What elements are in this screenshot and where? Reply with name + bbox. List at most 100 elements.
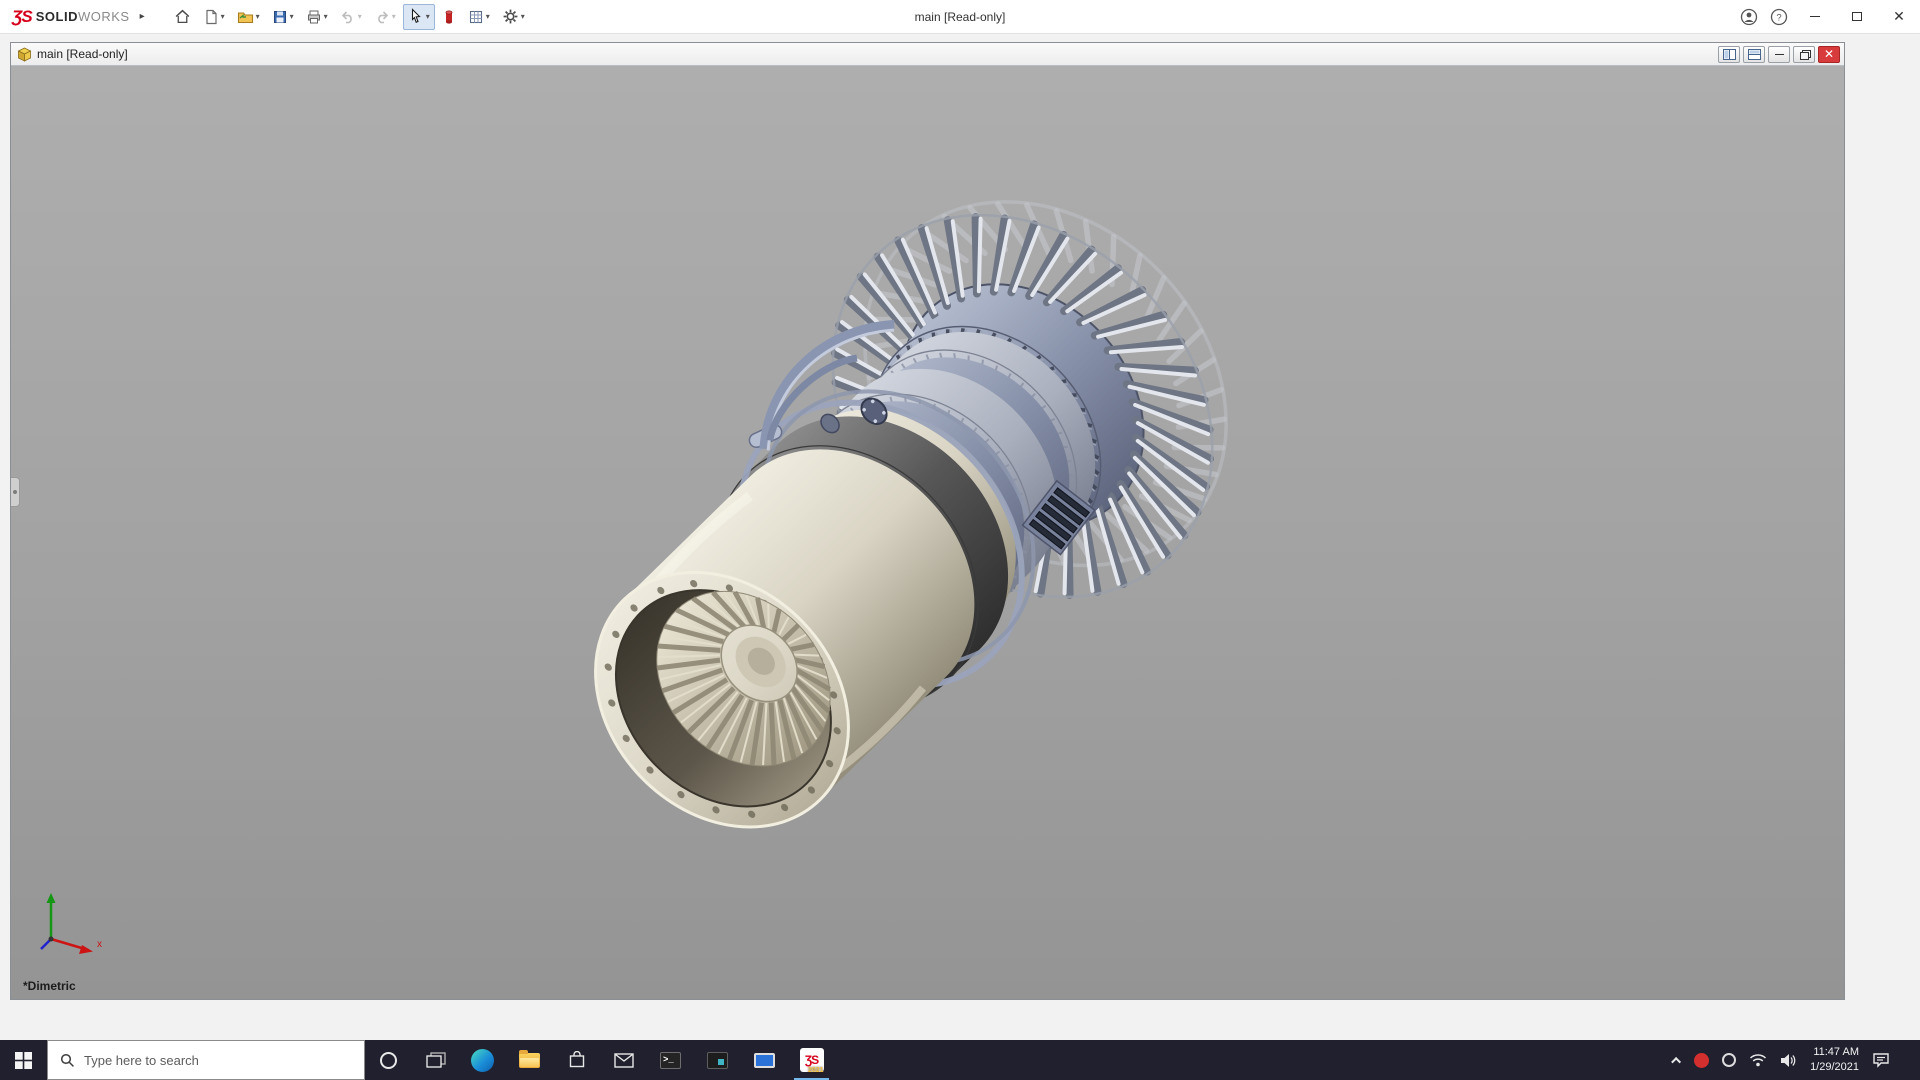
appearances-button[interactable] xyxy=(437,4,461,30)
maximize-button[interactable] xyxy=(1836,0,1878,33)
print-button[interactable]: ▾ xyxy=(301,4,333,30)
select-cursor-icon xyxy=(408,8,424,25)
store-button[interactable] xyxy=(553,1040,600,1080)
minimize-button[interactable] xyxy=(1794,0,1836,33)
document-window: main [Read-only] ✕ xyxy=(10,42,1845,1000)
store-icon xyxy=(568,1051,586,1069)
table-icon xyxy=(468,9,484,25)
volume-icon[interactable] xyxy=(1780,1053,1797,1068)
redo-button[interactable]: ▾ xyxy=(369,4,401,30)
tile-vertical-button[interactable] xyxy=(1718,46,1740,63)
design-table-button[interactable]: ▾ xyxy=(463,4,495,30)
start-button[interactable] xyxy=(0,1040,47,1080)
task-view-icon xyxy=(426,1052,446,1068)
taskbar-clock[interactable]: 11:47 AM 1/29/2021 xyxy=(1810,1045,1859,1075)
document-window-controls: ✕ xyxy=(1718,46,1840,63)
tile-horizontal-icon xyxy=(1748,49,1761,60)
tile-vertical-icon xyxy=(1723,49,1736,60)
save-icon xyxy=(272,9,288,25)
tile-horizontal-button[interactable] xyxy=(1743,46,1765,63)
doc-minimize-icon xyxy=(1775,54,1784,55)
app-titlebar: ƷS SOLIDWORKS ▸ ▾ ▾ ▾ ▾ ▾ ▾ xyxy=(0,0,1920,34)
jet-engine-model[interactable] xyxy=(495,121,1306,928)
doc-minimize-button[interactable] xyxy=(1768,46,1790,63)
minimize-icon xyxy=(1810,16,1820,17)
edge-button[interactable] xyxy=(459,1040,506,1080)
model-canvas[interactable] xyxy=(11,66,1844,999)
wifi-icon[interactable] xyxy=(1749,1053,1767,1067)
terminal-icon: >_ xyxy=(660,1052,681,1069)
system-tray: 11:47 AM 1/29/2021 xyxy=(1674,1040,1920,1080)
home-button[interactable] xyxy=(169,4,196,30)
edge-icon xyxy=(471,1049,494,1072)
solidworks-logo: ƷS SOLIDWORKS ▸ xyxy=(0,7,155,27)
account-icon xyxy=(1740,8,1758,26)
panel-flyout-handle[interactable] xyxy=(11,477,20,507)
file-explorer-button[interactable] xyxy=(506,1040,553,1080)
security-shield-icon[interactable] xyxy=(1694,1053,1709,1068)
svg-text:?: ? xyxy=(1776,12,1781,23)
tray-chevron-icon[interactable] xyxy=(1671,1056,1681,1066)
action-center-icon[interactable] xyxy=(1872,1052,1890,1068)
start-icon xyxy=(15,1052,32,1069)
dev-app-button[interactable] xyxy=(694,1040,741,1080)
appearance-icon xyxy=(442,9,456,25)
solidworks-app-button[interactable]: ƷS 2021 xyxy=(788,1040,835,1080)
graphics-viewport[interactable]: x *Dimetric xyxy=(11,66,1844,999)
new-document-icon xyxy=(203,9,219,25)
cortana-icon xyxy=(380,1052,397,1069)
mail-icon xyxy=(614,1053,634,1068)
open-button[interactable]: ▾ xyxy=(232,4,265,30)
file-explorer-icon xyxy=(519,1053,540,1068)
home-icon xyxy=(174,8,191,25)
maximize-icon xyxy=(1852,12,1862,21)
solidworks-app-icon: ƷS 2021 xyxy=(800,1048,824,1072)
solidworks-logo-icon: ƷS xyxy=(12,7,32,27)
options-button[interactable]: ▾ xyxy=(497,4,530,30)
doc-close-icon: ✕ xyxy=(1824,48,1834,60)
mail-button[interactable] xyxy=(600,1040,647,1080)
solidworks-logo-text: SOLIDWORKS xyxy=(36,9,130,24)
mdi-workspace: main [Read-only] ✕ xyxy=(0,34,1920,1040)
new-document-button[interactable]: ▾ xyxy=(198,4,230,30)
select-tool-button[interactable]: ▾ xyxy=(403,4,435,30)
doc-restore-button[interactable] xyxy=(1793,46,1815,63)
taskbar-search-input[interactable]: Type here to search xyxy=(47,1040,365,1080)
terminal-button[interactable]: >_ xyxy=(647,1040,694,1080)
menu-expand-arrow-icon[interactable]: ▸ xyxy=(140,11,145,22)
doc-close-button[interactable]: ✕ xyxy=(1818,46,1840,63)
y-axis-arrow xyxy=(47,893,56,903)
redo-icon xyxy=(374,9,390,25)
cortana-button[interactable] xyxy=(365,1040,412,1080)
account-button[interactable] xyxy=(1734,0,1764,33)
search-placeholder: Type here to search xyxy=(84,1053,199,1068)
dev-app-icon xyxy=(707,1052,728,1069)
close-button[interactable]: ✕ xyxy=(1878,0,1920,33)
save-button[interactable]: ▾ xyxy=(267,4,299,30)
close-icon: ✕ xyxy=(1893,8,1905,25)
options-gear-icon xyxy=(502,8,519,25)
undo-icon xyxy=(340,9,356,25)
task-view-button[interactable] xyxy=(412,1040,459,1080)
document-titlebar[interactable]: main [Read-only] ✕ xyxy=(11,43,1844,66)
open-folder-icon xyxy=(237,9,254,25)
orientation-triad: x xyxy=(29,887,109,967)
tray-app-icon[interactable] xyxy=(1722,1053,1736,1067)
x-axis-arrow xyxy=(79,945,93,954)
search-icon xyxy=(60,1053,75,1068)
assembly-icon xyxy=(17,47,32,62)
view-orientation-label: *Dimetric xyxy=(23,979,76,993)
document-title: main [Read-only] xyxy=(37,47,128,61)
quick-access-toolbar: ▾ ▾ ▾ ▾ ▾ ▾ ▾ ▾ xyxy=(169,4,530,30)
monitor-app-button[interactable] xyxy=(741,1040,788,1080)
app-window-title: main [Read-only] xyxy=(915,10,1006,24)
undo-button[interactable]: ▾ xyxy=(335,4,367,30)
monitor-app-icon xyxy=(754,1053,775,1068)
doc-restore-icon xyxy=(1800,50,1809,58)
help-icon: ? xyxy=(1770,8,1788,26)
help-button[interactable]: ? xyxy=(1764,0,1794,33)
print-icon xyxy=(306,9,322,25)
clock-date: 1/29/2021 xyxy=(1810,1060,1859,1075)
solidworks-version-badge: 2021 xyxy=(808,1067,824,1074)
windows-taskbar: Type here to search >_ ƷS 2021 xyxy=(0,1040,1920,1080)
